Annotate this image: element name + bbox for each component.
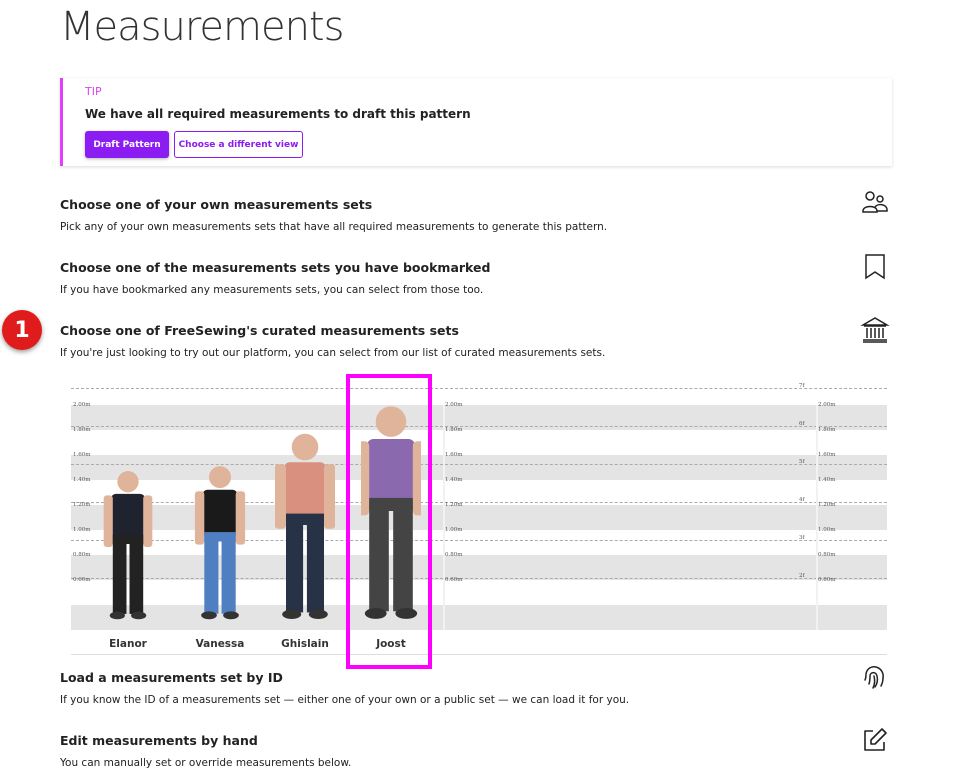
tip-label: TIP	[85, 85, 102, 98]
metric-tick-label: 0.60m	[445, 577, 463, 583]
metric-tick-label: 2.00m	[818, 402, 836, 408]
metric-tick-label: 1.80m	[445, 427, 463, 433]
section-title: Choose one of FreeSewing's curated measu…	[60, 323, 459, 338]
section-load-by-id[interactable]: Load a measurements set by ID If you kno…	[60, 666, 892, 706]
selected-set-highlight	[346, 374, 432, 669]
chart-baseline	[71, 654, 887, 655]
curated-set-vanessa[interactable]	[190, 463, 250, 624]
section-title: Choose one of the measurements sets you …	[60, 260, 491, 275]
imperial-tick-label: 2f	[799, 573, 805, 579]
person-image	[194, 466, 246, 620]
metric-tick-label: 0.60m	[818, 577, 836, 583]
metric-tick-label: 1.80m	[818, 427, 836, 433]
metric-tick-label: 1.40m	[445, 477, 463, 483]
grid-dash	[71, 426, 887, 427]
person-image	[103, 471, 153, 620]
section-description: If you have bookmarked any measurements …	[60, 284, 484, 296]
section-description: If you know the ID of a measurements set…	[60, 694, 630, 706]
metric-tick-label: 0.80m	[818, 552, 836, 558]
metric-tick-label: 0.80m	[445, 552, 463, 558]
metric-tick-label: 1.60m	[818, 452, 836, 458]
imperial-tick-label: 4f	[799, 497, 805, 503]
choose-different-view-button[interactable]: Choose a different view	[174, 131, 303, 158]
tip-box: TIP We have all required measurements to…	[60, 78, 892, 166]
edit-icon[interactable]	[860, 725, 890, 755]
curated-set-name[interactable]: Ghislain	[265, 638, 345, 650]
metric-tick-label: 1.80m	[73, 427, 91, 433]
curated-set-elanor[interactable]	[98, 468, 158, 624]
bookmark-icon[interactable]	[860, 252, 890, 282]
curated-set-ghislain[interactable]	[274, 430, 336, 624]
users-icon[interactable]	[860, 189, 890, 219]
annotation-marker: 1	[2, 310, 42, 350]
section-title: Load a measurements set by ID	[60, 670, 283, 685]
metric-tick-label: 1.40m	[73, 477, 91, 483]
metric-tick-label: 1.00m	[73, 527, 91, 533]
section-description: You can manually set or override measure…	[60, 757, 352, 769]
imperial-tick-label: 6f	[799, 421, 805, 427]
fingerprint-icon[interactable]	[860, 662, 890, 692]
metric-tick-label: 1.60m	[445, 452, 463, 458]
imperial-tick-label: 5f	[799, 459, 805, 465]
section-title: Choose one of your own measurements sets	[60, 197, 373, 212]
section-description: Pick any of your own measurements sets t…	[60, 221, 608, 233]
metric-tick-label: 1.20m	[73, 502, 91, 508]
section-edit-by-hand[interactable]: Edit measurements by hand You can manual…	[60, 728, 892, 769]
section-title: Edit measurements by hand	[60, 733, 258, 748]
metric-tick-label: 2.00m	[73, 402, 91, 408]
section-description: If you're just looking to try out our pl…	[60, 347, 606, 359]
metric-tick-label: 1.20m	[445, 502, 463, 508]
page-title: Measurements	[60, 4, 344, 50]
metric-tick-label: 1.00m	[445, 527, 463, 533]
section-curated[interactable]: Choose one of FreeSewing's curated measu…	[60, 317, 892, 359]
grid-dash	[71, 388, 887, 389]
metric-tick-label: 1.40m	[818, 477, 836, 483]
metric-tick-label: 1.00m	[818, 527, 836, 533]
bank-icon[interactable]	[860, 315, 890, 345]
imperial-tick-label: 3f	[799, 535, 805, 541]
person-image	[274, 433, 336, 620]
metric-tick-label: 0.60m	[73, 577, 91, 583]
curated-set-name[interactable]: Elanor	[88, 638, 168, 650]
section-bookmarked[interactable]: Choose one of the measurements sets you …	[60, 254, 892, 296]
grid-divider	[816, 405, 818, 630]
metric-tick-label: 1.60m	[73, 452, 91, 458]
draft-pattern-button[interactable]: Draft Pattern	[85, 131, 169, 158]
metric-tick-label: 2.00m	[445, 402, 463, 408]
metric-tick-label: 0.80m	[73, 552, 91, 558]
grid-divider	[443, 405, 445, 630]
curated-sets-chart: 2.00m 2.00m 2.00m 1.80m 1.80m 1.80m 1.60m 1.60m…	[71, 380, 887, 655]
section-own-sets[interactable]: Choose one of your own measurements sets…	[60, 191, 892, 233]
metric-tick-label: 1.20m	[818, 502, 836, 508]
imperial-tick-label: 7f	[799, 383, 805, 389]
tip-text: We have all required measurements to dra…	[85, 107, 471, 121]
curated-set-name[interactable]: Vanessa	[180, 638, 260, 650]
